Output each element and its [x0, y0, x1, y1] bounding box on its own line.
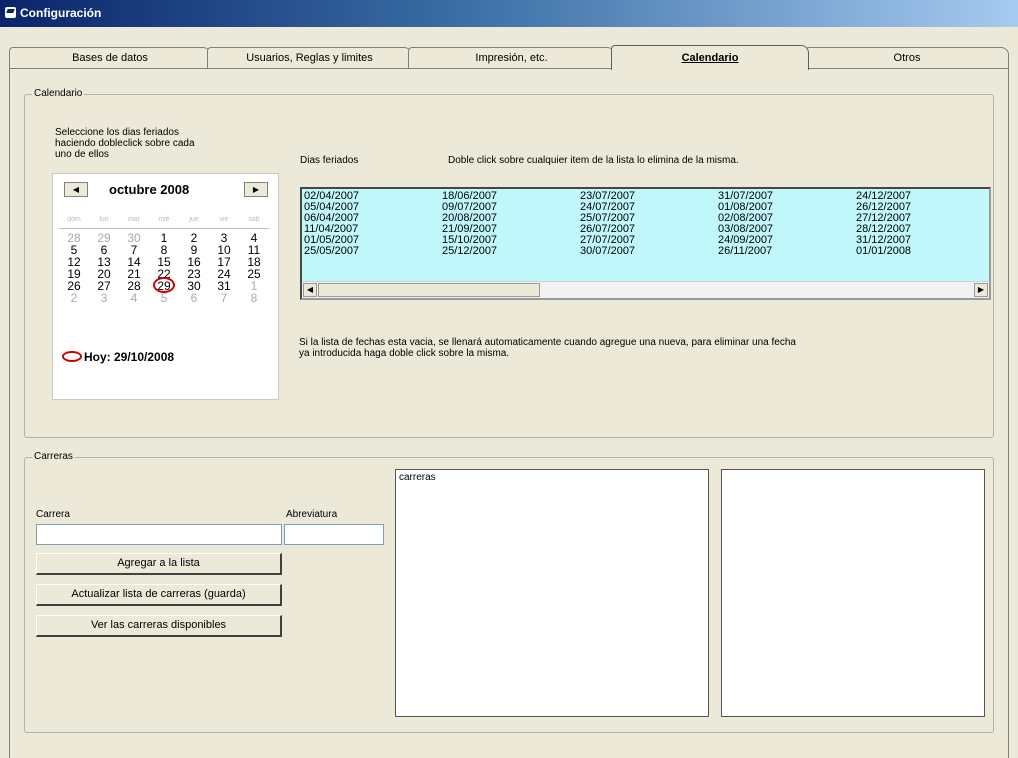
weekday-label: lun: [99, 216, 109, 223]
weekday-label: dom: [67, 216, 81, 223]
weekday-label: vie: [219, 216, 229, 223]
careers-group-title: Carreras: [32, 451, 75, 462]
weekday-header: dom lun mar mié jue vie sáb: [59, 214, 269, 226]
careers-list-header: carreras: [399, 472, 436, 483]
tab-calendario[interactable]: Calendario: [611, 45, 809, 70]
app-icon: [5, 7, 16, 18]
tab-impresion[interactable]: Impresión, etc.: [408, 47, 615, 68]
right-arrow-icon: ▶: [252, 185, 260, 194]
today-link[interactable]: Hoy: 29/10/2008: [62, 350, 174, 364]
holiday-item[interactable]: 26/11/2007: [718, 246, 773, 257]
weekday-label: sáb: [248, 216, 260, 223]
calendar-day[interactable]: 2: [59, 292, 89, 304]
month-calendar[interactable]: ◀ octubre 2008 ▶ dom lun mar mié jue vie…: [52, 173, 279, 400]
view-careers-button[interactable]: Ver las carreras disponibles: [36, 615, 282, 637]
tab-panel-calendario: Calendario Seleccione los dias feriados …: [9, 68, 1009, 758]
holiday-item[interactable]: 01/01/2008: [856, 246, 911, 257]
next-month-button[interactable]: ▶: [244, 182, 268, 197]
career-input[interactable]: [36, 524, 282, 545]
abbreviation-input[interactable]: [284, 524, 384, 545]
weekday-label: mié: [158, 216, 170, 223]
calendar-day[interactable]: 8: [239, 292, 269, 304]
weekday-label: mar: [127, 216, 141, 223]
today-label: Hoy: 29/10/2008: [84, 350, 175, 364]
weekday-label: jue: [189, 216, 199, 223]
tab-bases-de-datos[interactable]: Bases de datos: [9, 47, 211, 68]
window-title: Configuración: [20, 6, 102, 20]
today-circle-icon: [62, 351, 82, 362]
scroll-right-button[interactable]: ▶: [974, 283, 988, 297]
abbreviation-label: Abreviatura: [286, 509, 338, 520]
calendar-group-title: Calendario: [32, 88, 85, 99]
holidays-horizontal-scrollbar[interactable]: ◀ ▶: [302, 281, 989, 298]
holidays-column: 02/04/2007 05/04/2007 06/04/2007 11/04/2…: [304, 191, 359, 257]
calendar-month-label: octubre 2008: [109, 182, 190, 197]
holiday-item[interactable]: 30/07/2007: [580, 246, 635, 257]
calendar-grid: dom lun mar mié jue vie sáb 28 29 30 1 2…: [59, 214, 269, 304]
right-arrow-icon: ▶: [977, 285, 985, 294]
calendar-week: 2 3 4 5 6 7 8: [59, 292, 269, 304]
holidays-column: 18/06/2007 09/07/2007 20/08/2007 21/09/2…: [442, 191, 497, 257]
tab-usuarios-reglas[interactable]: Usuarios, Reglas y limites: [207, 47, 412, 68]
scroll-thumb[interactable]: [318, 283, 540, 297]
careers-secondary-list[interactable]: [721, 469, 985, 717]
holidays-column: 23/07/2007 24/07/2007 25/07/2007 26/07/2…: [580, 191, 635, 257]
calendar-divider: [59, 228, 269, 229]
holidays-hint: Doble click sobre cualquier item de la l…: [448, 155, 739, 166]
client-area: Bases de datos Usuarios, Reglas y limite…: [0, 27, 1018, 758]
holiday-item[interactable]: 25/05/2007: [304, 246, 359, 257]
calendar-day[interactable]: 7: [209, 292, 239, 304]
tab-otros[interactable]: Otros: [805, 47, 1009, 68]
left-arrow-icon: ◀: [72, 185, 80, 194]
scroll-left-button[interactable]: ◀: [303, 283, 317, 297]
holidays-list[interactable]: 02/04/2007 05/04/2007 06/04/2007 11/04/2…: [300, 187, 991, 300]
holiday-item[interactable]: 25/12/2007: [442, 246, 497, 257]
title-bar: Configuración: [0, 0, 1018, 27]
holidays-label: Dias feriados: [300, 155, 359, 166]
holidays-column: 31/07/2007 01/08/2007 02/08/2007 03/08/2…: [718, 191, 773, 257]
careers-list[interactable]: carreras: [395, 469, 709, 717]
holidays-column: 24/12/2007 26/12/2007 27/12/2007 28/12/2…: [856, 191, 911, 257]
career-label: Carrera: [36, 509, 70, 520]
calendar-day[interactable]: 6: [179, 292, 209, 304]
update-careers-button[interactable]: Actualizar lista de carreras (guarda): [36, 584, 282, 606]
holidays-note: Si la lista de fechas esta vacia, se lle…: [299, 337, 796, 359]
calendar-day[interactable]: 4: [119, 292, 149, 304]
left-arrow-icon: ◀: [306, 285, 314, 294]
calendar-day[interactable]: 5: [149, 292, 179, 304]
calendar-day[interactable]: 3: [89, 292, 119, 304]
add-to-list-button[interactable]: Agregar a la lista: [36, 553, 282, 575]
prev-month-button[interactable]: ◀: [64, 182, 88, 197]
calendar-instructions: Seleccione los dias feriados haciendo do…: [55, 127, 195, 160]
